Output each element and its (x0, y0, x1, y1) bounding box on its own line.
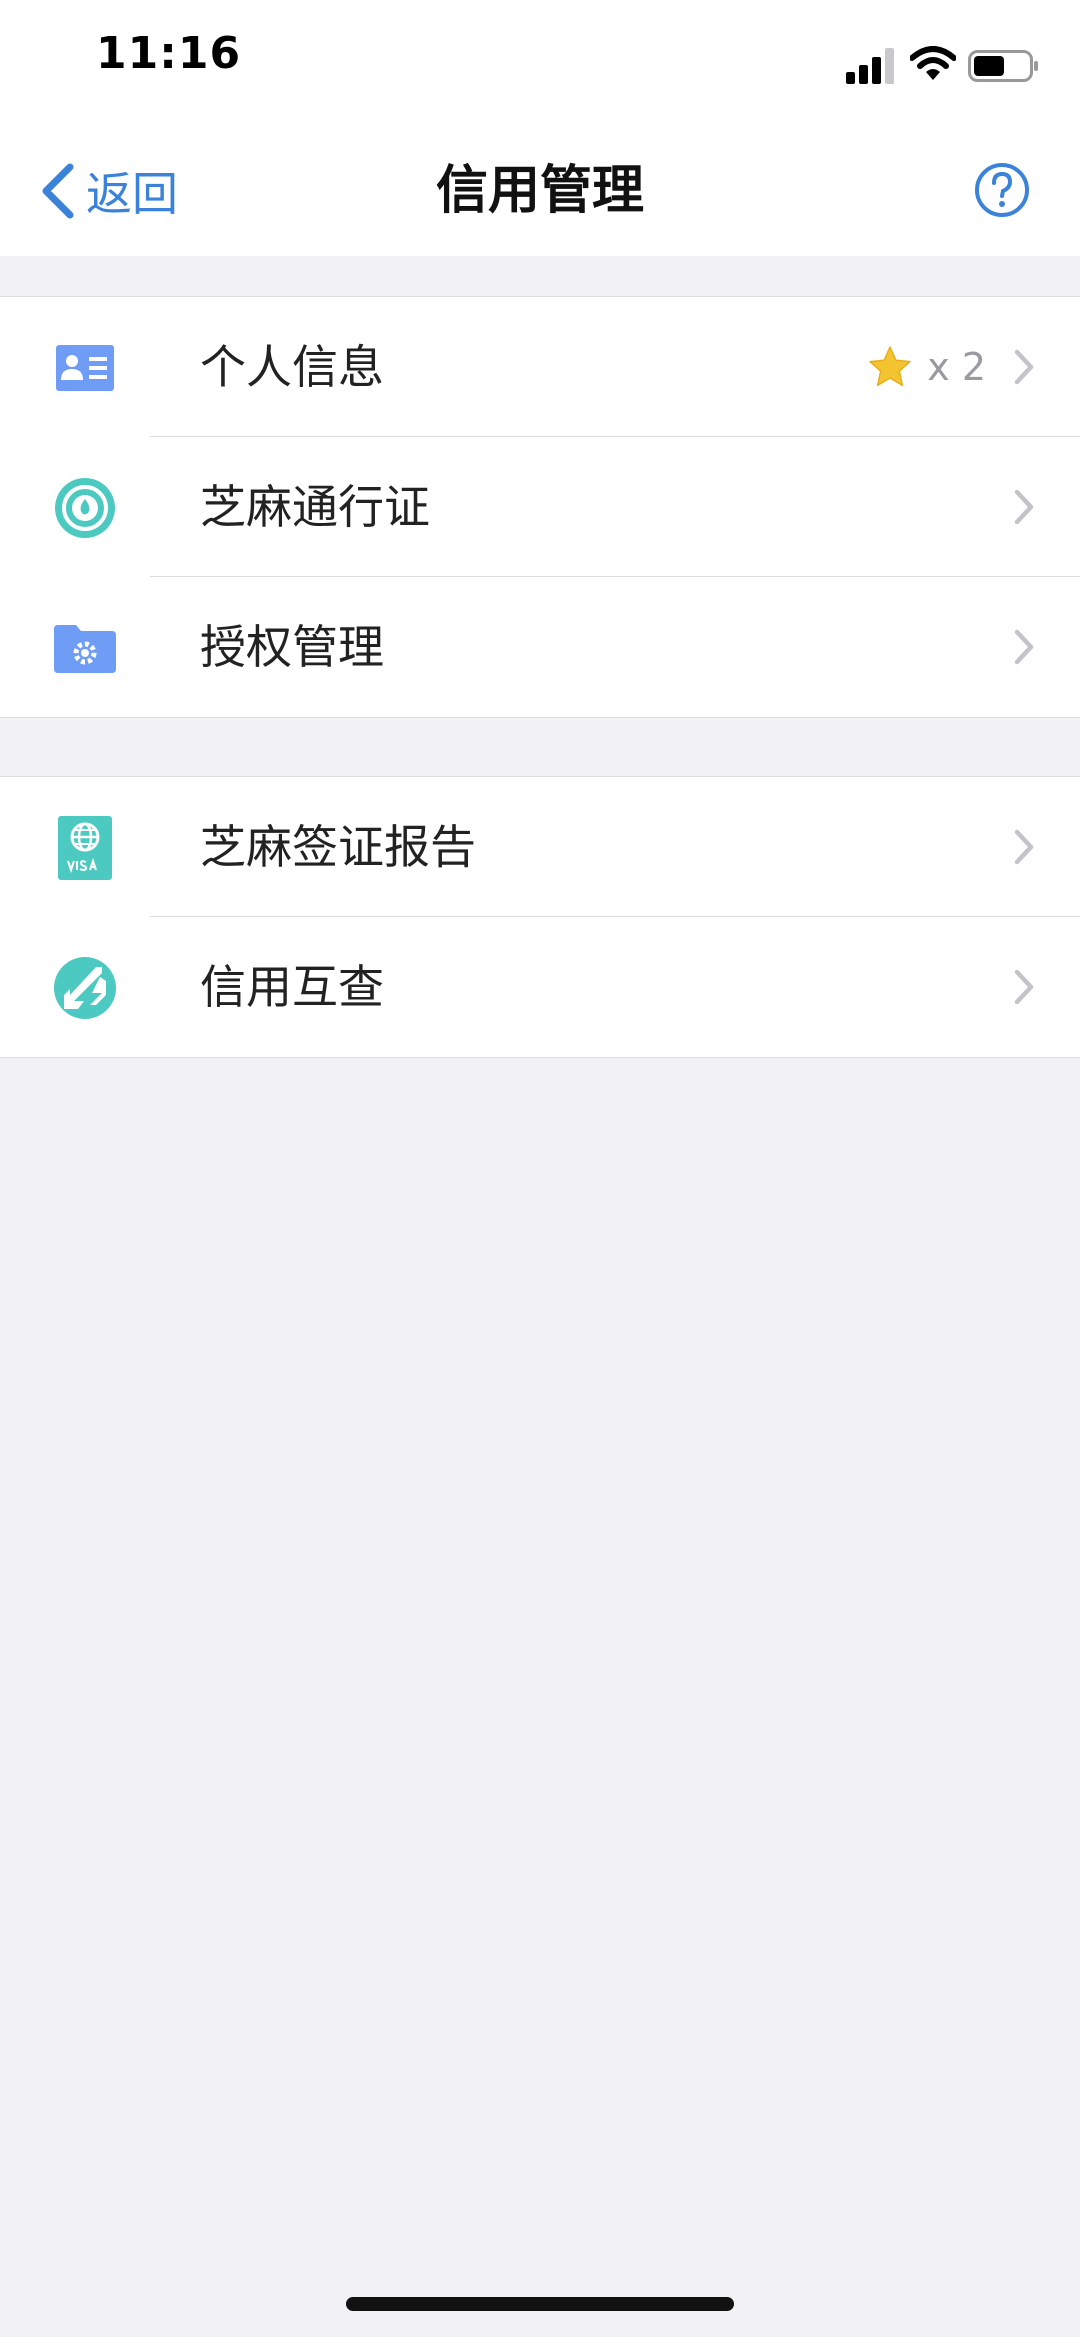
list-item-label: 授权管理 (200, 620, 384, 674)
chevron-right-icon (1014, 829, 1034, 865)
chevron-right-icon (1014, 629, 1034, 665)
mutual-check-icon (54, 957, 116, 1019)
status-time: 11:16 (96, 28, 242, 79)
star-icon (869, 346, 911, 387)
list-item-sesame-passport[interactable]: 芝麻通行证 (0, 437, 1080, 577)
list-item-label: 个人信息 (200, 340, 384, 394)
chevron-right-icon (1014, 489, 1034, 525)
wifi-icon (910, 46, 956, 80)
chevron-right-icon (1014, 969, 1034, 1005)
chevron-left-icon (42, 163, 74, 219)
list-item-visa-report[interactable]: 芝麻签证报告 (0, 777, 1080, 917)
list-item-personal-info[interactable]: 个人信息 x 2 (0, 297, 1080, 437)
star-badge: x 2 (867, 297, 986, 437)
battery-icon (968, 50, 1038, 82)
list-item-authorization[interactable]: 授权管理 (0, 577, 1080, 717)
visa-passport-icon (58, 816, 112, 880)
nav-bar: 返回 信用管理 (0, 126, 1080, 256)
chevron-right-icon (1014, 349, 1034, 385)
id-card-icon (56, 345, 114, 391)
sesame-passport-icon (55, 478, 115, 538)
list-item-label: 信用互查 (200, 960, 384, 1014)
home-indicator (346, 2297, 734, 2311)
list-item-label: 芝麻签证报告 (200, 820, 476, 874)
status-bar: 11:16 (0, 0, 1080, 126)
star-count: x 2 (927, 345, 986, 389)
back-button[interactable]: 返回 (38, 156, 178, 226)
folder-gear-icon (54, 625, 116, 673)
settings-group-1: 个人信息 x 2 芝麻通行证 授权管理 (0, 296, 1080, 718)
cellular-signal-icon (846, 48, 894, 84)
settings-group-2: 芝麻签证报告 信用互查 (0, 776, 1080, 1058)
back-label: 返回 (86, 167, 178, 221)
question-circle-icon[interactable] (974, 162, 1030, 218)
list-item-label: 芝麻通行证 (200, 480, 430, 534)
list-item-mutual-check[interactable]: 信用互查 (0, 917, 1080, 1057)
